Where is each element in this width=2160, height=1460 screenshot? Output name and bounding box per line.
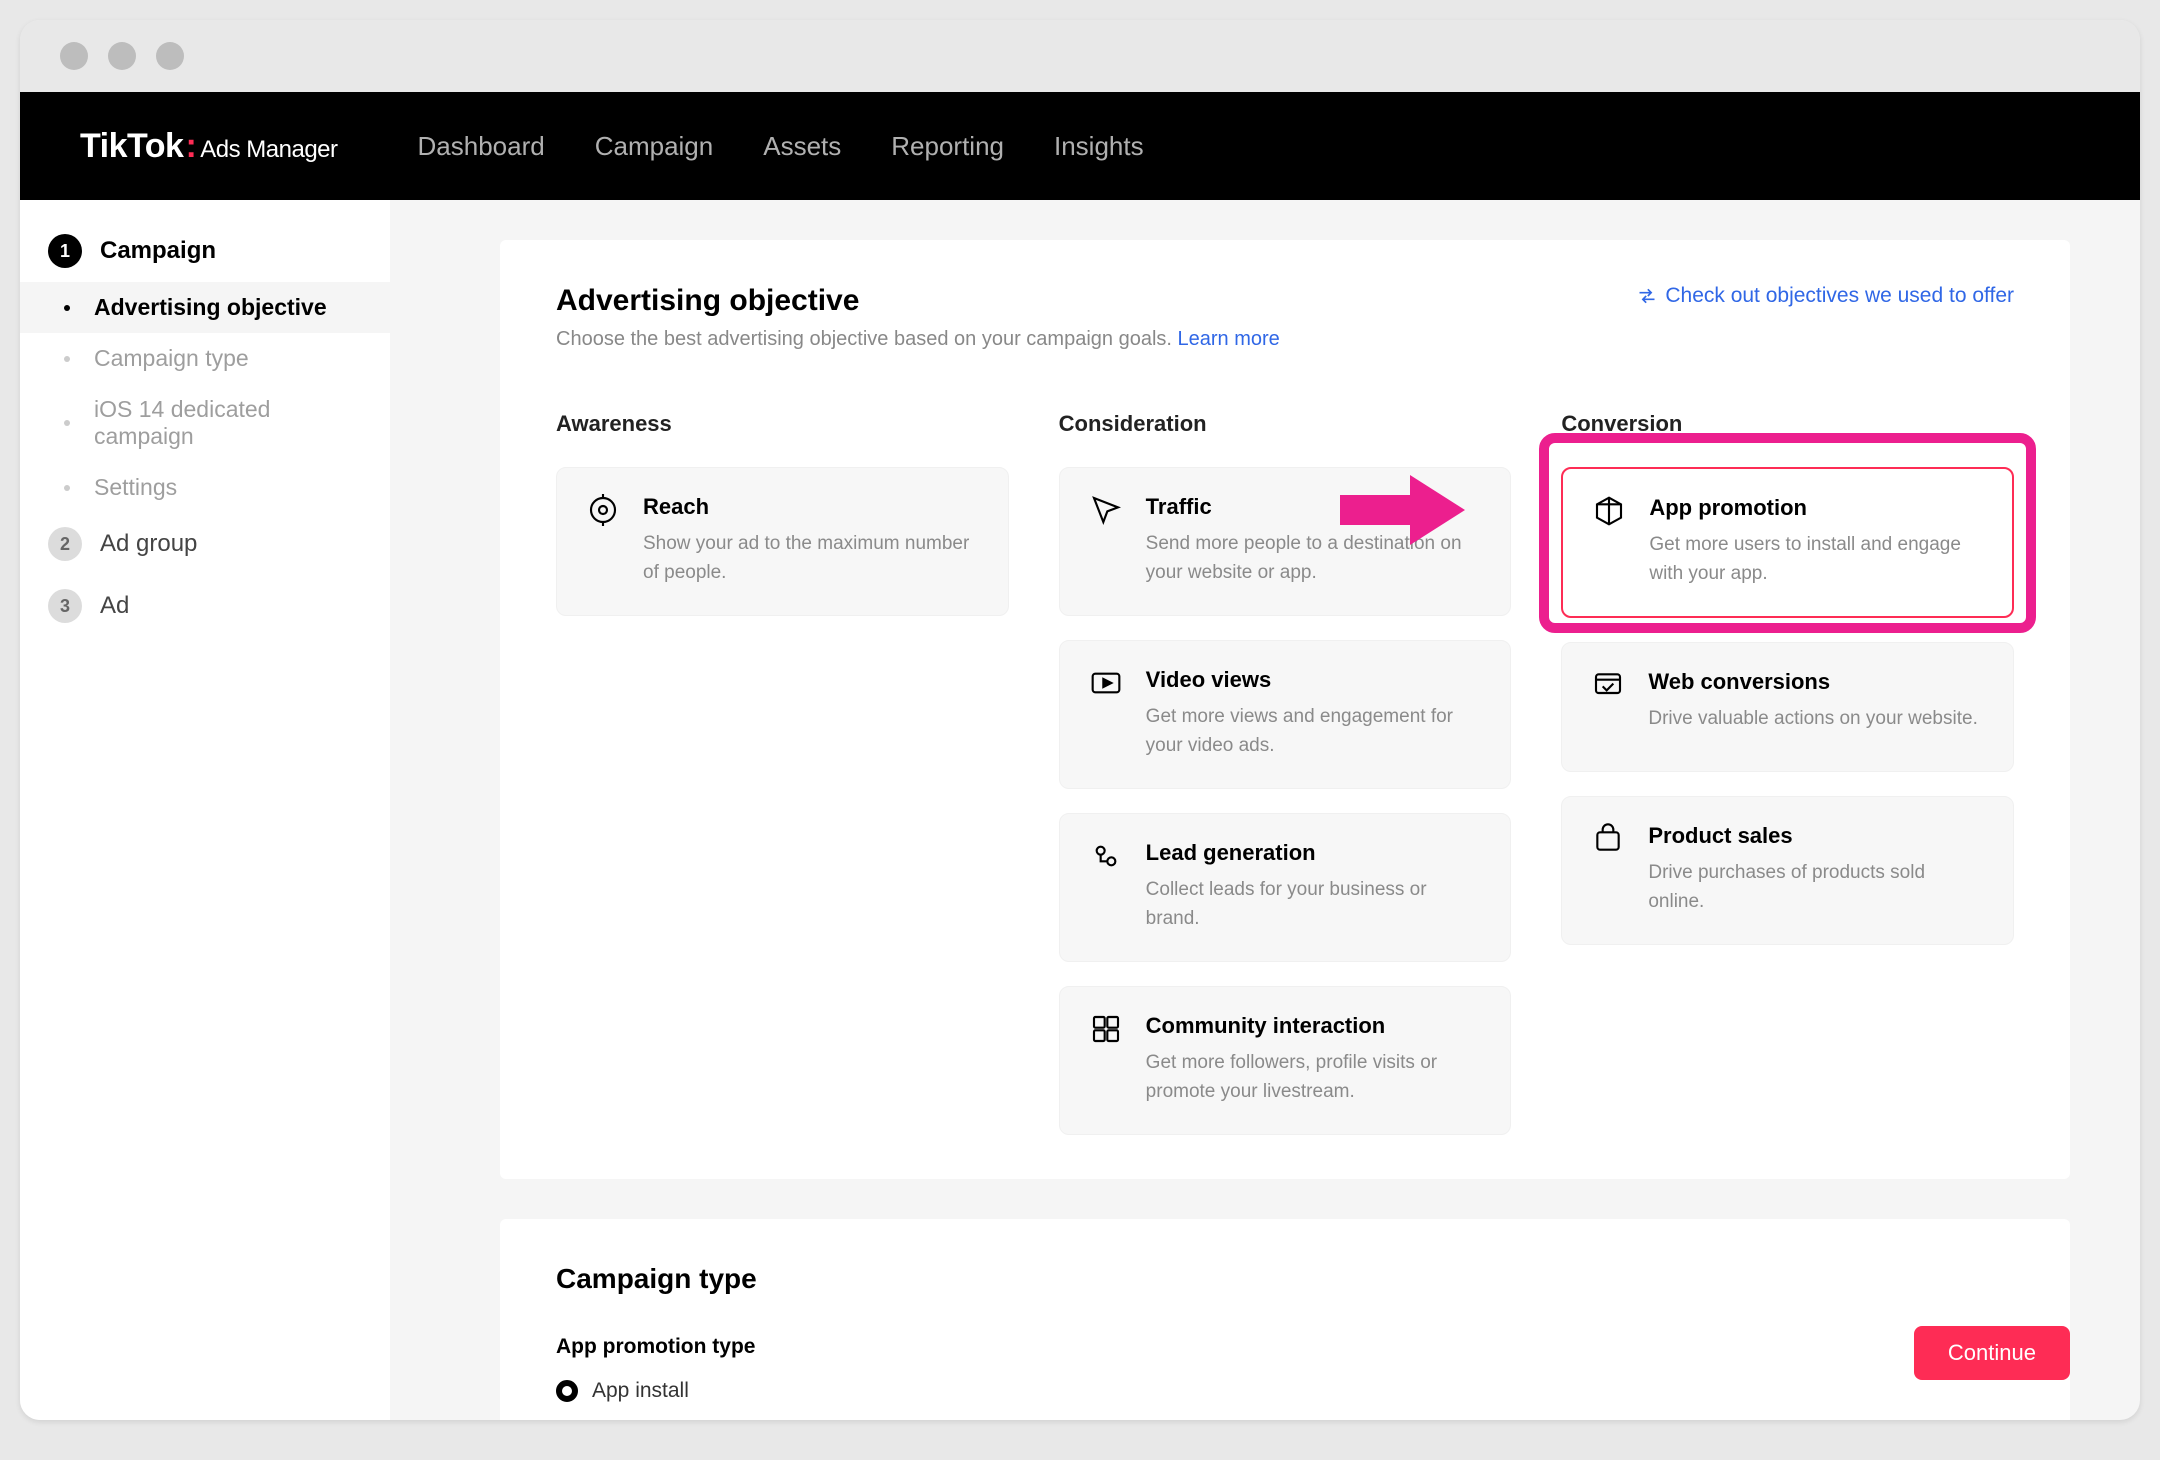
- card-desc: Drive purchases of products sold online.: [1648, 859, 1985, 916]
- layout: 1 Campaign Advertising objective Campaig…: [20, 200, 2140, 1420]
- product-icon: [1590, 823, 1626, 859]
- app-promotion-type-label: App promotion type: [556, 1335, 2014, 1359]
- objective-panel: Advertising objective Choose the best ad…: [500, 240, 2070, 1179]
- card-desc: Show your ad to the maximum number of pe…: [643, 530, 980, 587]
- footer: Continue: [1914, 1326, 2070, 1380]
- step-ad[interactable]: 3 Ad: [20, 575, 390, 637]
- card-desc: Drive valuable actions on your website.: [1648, 705, 1985, 734]
- step-campaign[interactable]: 1 Campaign: [20, 220, 390, 282]
- panel-header: Advertising objective Choose the best ad…: [556, 284, 2014, 351]
- card-title: Video views: [1146, 667, 1483, 693]
- substep-label: iOS 14 dedicated campaign: [94, 396, 270, 449]
- sidebar: 1 Campaign Advertising objective Campaig…: [20, 200, 390, 1420]
- card-product-sales[interactable]: Product sales Drive purchases of product…: [1561, 796, 2014, 945]
- substep-label: Settings: [94, 474, 177, 500]
- card-title: Community interaction: [1146, 1013, 1483, 1039]
- brand-name: TikTok: [80, 127, 183, 166]
- nav-insights[interactable]: Insights: [1054, 131, 1144, 162]
- card-desc: Get more users to install and engage wit…: [1649, 531, 1984, 588]
- window-dot: [156, 42, 184, 70]
- nav-dashboard[interactable]: Dashboard: [418, 131, 545, 162]
- column-awareness: Awareness Reach Show your ad to the maxi…: [556, 411, 1009, 1135]
- nav-campaign[interactable]: Campaign: [595, 131, 714, 162]
- video-icon: [1088, 667, 1124, 703]
- substep-settings[interactable]: Settings: [20, 462, 390, 513]
- step-number: 2: [48, 527, 82, 561]
- card-desc: Collect leads for your business or brand…: [1146, 876, 1483, 933]
- app-icon: [1591, 495, 1627, 531]
- window-titlebar: [20, 20, 2140, 92]
- column-head-consideration: Consideration: [1059, 411, 1512, 437]
- nav-links: Dashboard Campaign Assets Reporting Insi…: [418, 131, 1144, 162]
- column-head-conversion: Conversion: [1561, 411, 2014, 437]
- card-community-interaction[interactable]: Community interaction Get more followers…: [1059, 986, 1512, 1135]
- card-desc: Get more views and engagement for your v…: [1146, 703, 1483, 760]
- swap-icon: [1637, 286, 1657, 306]
- web-icon: [1590, 669, 1626, 705]
- card-title: Lead generation: [1146, 840, 1483, 866]
- card-desc: Get more followers, profile visits or pr…: [1146, 1049, 1483, 1106]
- objective-columns: Awareness Reach Show your ad to the maxi…: [556, 411, 2014, 1135]
- top-nav: TikTok : Ads Manager Dashboard Campaign …: [20, 92, 2140, 200]
- panel-subtitle-text: Choose the best advertising objective ba…: [556, 328, 1172, 350]
- card-video-views[interactable]: Video views Get more views and engagemen…: [1059, 640, 1512, 789]
- step-label: Ad: [100, 592, 129, 620]
- brand-sub: Ads Manager: [200, 136, 337, 164]
- card-app-promotion[interactable]: App promotion Get more users to install …: [1561, 467, 2014, 618]
- substep-label: Campaign type: [94, 345, 249, 371]
- reach-icon: [585, 494, 621, 530]
- card-title: Reach: [643, 494, 980, 520]
- nav-reporting[interactable]: Reporting: [891, 131, 1004, 162]
- campaign-type-title: Campaign type: [556, 1263, 2014, 1295]
- annotation-arrow-icon: [1330, 460, 1470, 565]
- card-title: App promotion: [1649, 495, 1984, 521]
- substep-ios14[interactable]: iOS 14 dedicated campaign: [20, 384, 390, 462]
- app-window: TikTok : Ads Manager Dashboard Campaign …: [20, 20, 2140, 1420]
- step-label: Campaign: [100, 237, 216, 265]
- card-title: Web conversions: [1648, 669, 1985, 695]
- continue-button[interactable]: Continue: [1914, 1326, 2070, 1380]
- step-label: Ad group: [100, 530, 197, 558]
- community-icon: [1088, 1013, 1124, 1049]
- check-objectives-text: Check out objectives we used to offer: [1665, 284, 2014, 308]
- panel-subtitle: Choose the best advertising objective ba…: [556, 328, 1280, 351]
- panel-title: Advertising objective: [556, 284, 1280, 318]
- step-ad-group[interactable]: 2 Ad group: [20, 513, 390, 575]
- lead-icon: [1088, 840, 1124, 876]
- campaign-type-panel: Campaign type App promotion type App ins…: [500, 1219, 2070, 1420]
- step-number: 1: [48, 234, 82, 268]
- check-objectives-link[interactable]: Check out objectives we used to offer: [1637, 284, 2014, 308]
- window-dot: [108, 42, 136, 70]
- substep-advertising-objective[interactable]: Advertising objective: [20, 282, 390, 333]
- card-reach[interactable]: Reach Show your ad to the maximum number…: [556, 467, 1009, 616]
- card-lead-generation[interactable]: Lead generation Collect leads for your b…: [1059, 813, 1512, 962]
- column-conversion: Conversion App promotion Get more users …: [1561, 411, 2014, 1135]
- substep-label: Advertising objective: [94, 294, 327, 320]
- step-number: 3: [48, 589, 82, 623]
- card-web-conversions[interactable]: Web conversions Drive valuable actions o…: [1561, 642, 2014, 772]
- radio-app-install[interactable]: App install: [556, 1379, 2014, 1403]
- column-head-awareness: Awareness: [556, 411, 1009, 437]
- card-title: Product sales: [1648, 823, 1985, 849]
- brand-logo: TikTok : Ads Manager: [80, 127, 338, 166]
- window-dot: [60, 42, 88, 70]
- learn-more-link[interactable]: Learn more: [1178, 328, 1280, 350]
- traffic-icon: [1088, 494, 1124, 530]
- radio-icon: [556, 1380, 578, 1402]
- substep-campaign-type[interactable]: Campaign type: [20, 333, 390, 384]
- main-content: Advertising objective Choose the best ad…: [390, 200, 2140, 1420]
- nav-assets[interactable]: Assets: [763, 131, 841, 162]
- brand-colon: :: [183, 127, 200, 166]
- radio-label: App install: [592, 1379, 689, 1403]
